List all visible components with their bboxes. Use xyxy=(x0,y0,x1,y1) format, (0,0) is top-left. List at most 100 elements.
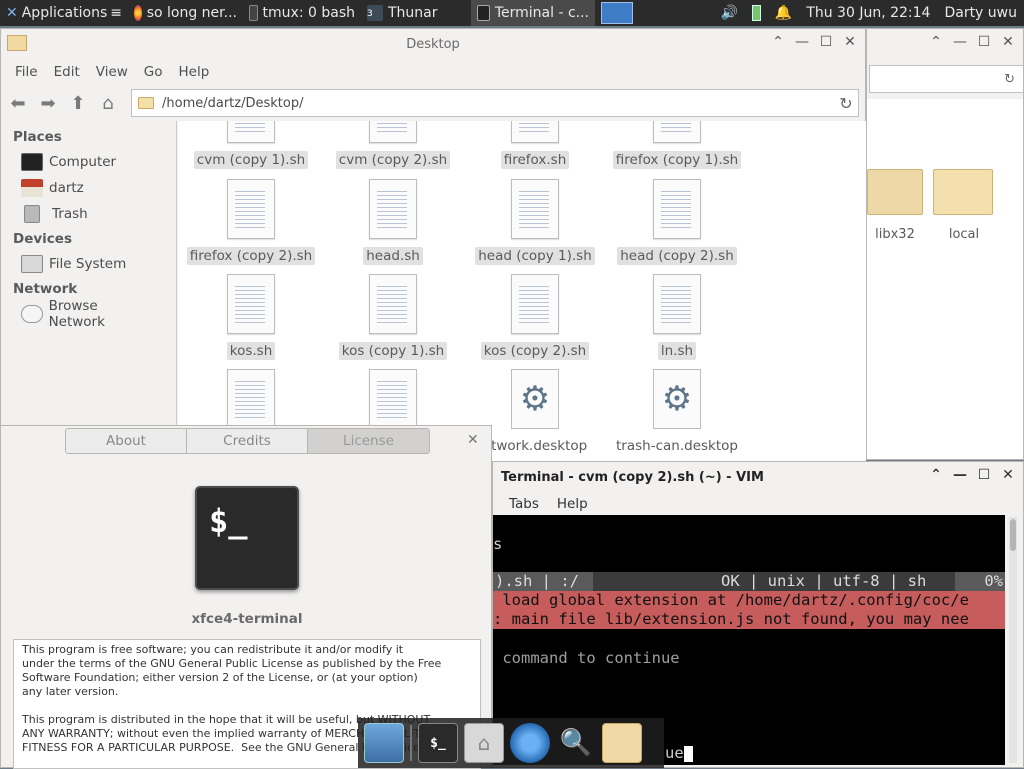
web-browser-icon[interactable] xyxy=(510,723,550,763)
titlebar[interactable]: Desktop ⌃ — ☐ ✕ xyxy=(1,29,865,59)
home-folder-icon[interactable]: ⌂ xyxy=(464,723,504,763)
menu-edit[interactable]: Edit xyxy=(46,64,88,80)
terminal-menubar: Tabs Help xyxy=(493,492,1023,516)
menu-go[interactable]: Go xyxy=(136,64,171,80)
file-label: firefox (copy 1).sh xyxy=(612,151,742,169)
task-thunar[interactable]: 3 Thunar xyxy=(361,0,471,26)
gear-icon: ⚙ xyxy=(511,369,559,429)
terminal-icon[interactable]: $_ xyxy=(418,723,458,763)
sidebar-item-label: dartz xyxy=(49,180,84,196)
home-icon xyxy=(21,179,43,197)
reload-icon[interactable]: ↻ xyxy=(834,94,858,113)
gear-icon: ⚙ xyxy=(653,369,701,429)
script-file-icon xyxy=(227,274,275,334)
minimize-icon[interactable]: ⌃ xyxy=(769,34,787,50)
logo-text: $_ xyxy=(209,502,248,540)
sidebar-item-browse-network[interactable]: Browse Network xyxy=(1,298,176,330)
file-label: kos (copy 2).sh xyxy=(480,342,590,360)
sidebar-item-computer[interactable]: Computer xyxy=(1,149,176,175)
minimize-icon[interactable]: ⌃ xyxy=(927,467,945,483)
task-badge: 3 xyxy=(367,9,373,19)
sidebar-item-label: Trash xyxy=(52,206,88,222)
file-item[interactable]: firefox (copy 1).sh xyxy=(612,121,742,169)
forward-arrow-icon[interactable]: ➡ xyxy=(37,93,59,114)
folder-item[interactable]: local xyxy=(933,169,995,242)
menu-tabs[interactable]: Tabs xyxy=(509,496,539,512)
sidebar-item-trash[interactable]: Trash xyxy=(1,201,176,227)
show-desktop-icon[interactable] xyxy=(364,723,404,763)
close-icon[interactable]: ✕ xyxy=(999,34,1017,50)
menu-help[interactable]: Help xyxy=(557,496,588,512)
file-item[interactable]: kos (copy 1).sh xyxy=(328,274,458,360)
close-icon[interactable]: ✕ xyxy=(467,432,479,448)
task-label: Terminal - c... xyxy=(494,5,589,21)
file-item[interactable]: head.sh xyxy=(328,179,458,265)
home-icon[interactable]: ⌂ xyxy=(97,93,119,114)
file-item[interactable]: kos (copy 2).sh xyxy=(470,274,600,360)
file-item[interactable]: firefox (copy 2).sh xyxy=(186,179,316,265)
file-item[interactable]: firefox.sh xyxy=(470,121,600,169)
minimize-icon[interactable]: ⌃ xyxy=(927,34,945,50)
folder-label: local xyxy=(948,227,980,242)
vim-statusline: ).sh | :/ OK | unix | utf-8 | sh 0% xyxy=(493,572,1005,591)
user-menu[interactable]: Darty uwu xyxy=(944,5,1017,21)
up-arrow-icon[interactable]: ⬆ xyxy=(67,93,89,114)
file-item[interactable] xyxy=(328,369,458,429)
devices-header: Devices xyxy=(13,231,72,247)
task-tmux[interactable]: tmux: 0 bash xyxy=(243,0,361,26)
file-item[interactable] xyxy=(186,369,316,429)
maximize-icon[interactable]: ☐ xyxy=(975,467,993,483)
tab-about[interactable]: About xyxy=(66,429,187,453)
applications-label: Applications xyxy=(21,5,108,21)
close-icon[interactable]: ✕ xyxy=(841,34,859,50)
workspace-switcher[interactable] xyxy=(595,0,639,26)
battery-icon[interactable] xyxy=(751,5,761,21)
applications-menu-button[interactable]: ✕ Applications ≡ xyxy=(0,0,128,26)
folder-item[interactable]: libx32 xyxy=(867,169,923,242)
file-item[interactable]: ⚙ trash-can.desktop xyxy=(612,369,742,455)
sidebar: Places Computer dartz Trash Devices File… xyxy=(1,121,177,461)
restore-icon[interactable]: — xyxy=(951,34,969,50)
file-item[interactable]: head (copy 1).sh xyxy=(470,179,600,265)
scrollbar[interactable] xyxy=(1009,517,1017,763)
script-file-icon xyxy=(369,274,417,334)
maximize-icon[interactable]: ☐ xyxy=(975,34,993,50)
volume-icon[interactable]: 🔊 xyxy=(720,5,737,21)
address-bar[interactable]: /home/dartz/Desktop/ ↻ xyxy=(131,89,859,117)
sidebar-item-filesystem[interactable]: File System xyxy=(1,251,176,277)
task-firefox[interactable]: so long ner... xyxy=(128,0,243,26)
file-item[interactable]: head (copy 2).sh xyxy=(612,179,742,265)
sidebar-item-home[interactable]: dartz xyxy=(1,175,176,201)
tab-license[interactable]: License xyxy=(308,429,429,453)
restore-icon[interactable]: — xyxy=(951,467,969,483)
toolbar: ⬅ ➡ ⬆ ⌂ /home/dartz/Desktop/ ↻ xyxy=(1,85,865,121)
titlebar[interactable]: ⌃ — ☐ ✕ xyxy=(867,29,1023,59)
restore-icon[interactable]: — xyxy=(793,34,811,50)
menu-help[interactable]: Help xyxy=(171,64,218,80)
notification-bell-icon[interactable]: 🔔 xyxy=(775,5,792,21)
file-item[interactable]: ln.sh xyxy=(612,274,742,360)
script-file-icon xyxy=(653,179,701,239)
script-file-icon xyxy=(227,121,275,143)
maximize-icon[interactable]: ☐ xyxy=(817,34,835,50)
menu-file[interactable]: File xyxy=(7,64,46,80)
folder-icon[interactable] xyxy=(602,723,642,763)
tab-credits[interactable]: Credits xyxy=(187,429,308,453)
close-icon[interactable]: ✕ xyxy=(999,467,1017,483)
address-bar[interactable]: ↻ xyxy=(869,65,1023,93)
sidebar-item-label: Browse Network xyxy=(48,298,105,330)
top-panel: ✕ Applications ≡ so long ner... tmux: 0 … xyxy=(0,0,1024,26)
titlebar[interactable]: Terminal - cvm (copy 2).sh (~) - VIM ⌃ —… xyxy=(493,462,1023,492)
file-item[interactable]: kos.sh xyxy=(186,274,316,360)
menu-view[interactable]: View xyxy=(88,64,136,80)
clock[interactable]: Thu 30 Jun, 22:14 xyxy=(806,5,930,21)
back-arrow-icon[interactable]: ⬅ xyxy=(7,93,29,114)
script-file-icon xyxy=(653,274,701,334)
task-label: Thunar xyxy=(388,5,438,21)
file-item[interactable]: cvm (copy 2).sh xyxy=(328,121,458,169)
task-terminal[interactable]: Terminal - c... xyxy=(471,0,595,26)
search-icon[interactable]: 🔍 xyxy=(556,723,596,763)
file-item[interactable]: cvm (copy 1).sh xyxy=(186,121,316,169)
reload-icon[interactable]: ↻ xyxy=(1004,72,1015,87)
terminal-icon xyxy=(249,5,258,21)
